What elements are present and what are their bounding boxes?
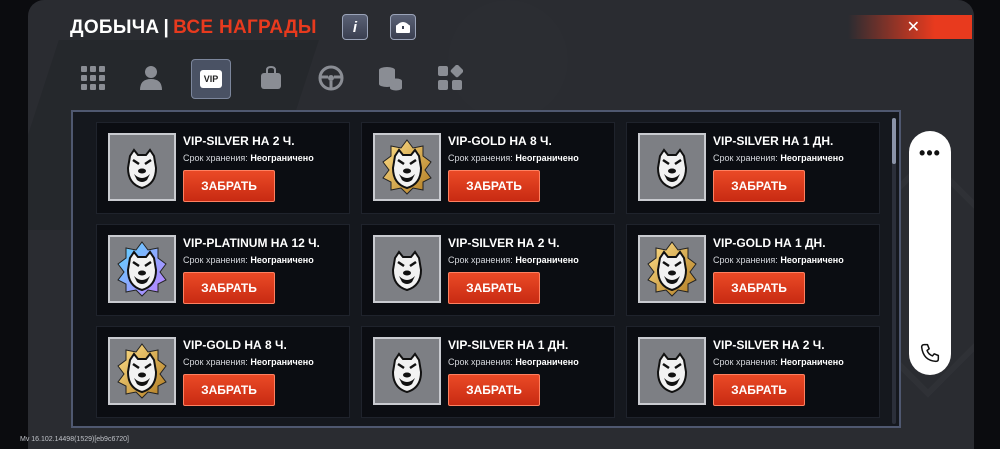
reward-card: VIP-SILVER НА 1 ДН. Срок хранения: Неогра… [361, 326, 615, 418]
storage-label: Срок хранения: [183, 255, 248, 265]
storage-value: Неограничено [780, 153, 844, 163]
tab-vip[interactable]: VIP [191, 59, 231, 99]
side-panel: ••• [909, 131, 951, 375]
more-menu-button[interactable]: ••• [909, 143, 951, 164]
reward-title: VIP-GOLD НА 8 Ч. [448, 134, 552, 148]
storage-value: Неограничено [515, 357, 579, 367]
coins-icon [379, 67, 402, 91]
reward-title: VIP-SILVER НА 2 Ч. [183, 134, 295, 148]
storage-info: Срок хранения: Неограничено [183, 255, 314, 265]
title-separator: | [163, 17, 170, 38]
reward-title: VIP-SILVER НА 2 Ч. [713, 338, 825, 352]
rewards-grid[interactable]: VIP-SILVER НА 2 Ч. Срок хранения: Неогран… [71, 110, 901, 428]
info-icon: i [352, 18, 358, 36]
storage-info: Срок хранения: Неограничено [183, 153, 314, 163]
reward-title: VIP-SILVER НА 1 ДН. [448, 338, 569, 352]
storage-label: Срок хранения: [713, 255, 778, 265]
tab-car[interactable] [316, 63, 346, 93]
reward-card: VIP-SILVER НА 1 ДН. Срок хранения: Неогра… [626, 122, 880, 214]
storage-value: Неограничено [250, 357, 314, 367]
storage-info: Срок хранения: Неограничено [448, 357, 579, 367]
bag-icon [261, 65, 281, 89]
reward-title: VIP-PLATINUM НА 12 Ч. [183, 236, 320, 250]
scrollbar-thumb[interactable] [892, 118, 896, 164]
claim-button[interactable]: ЗАБРАТЬ [183, 374, 275, 406]
phone-icon[interactable] [920, 343, 940, 363]
claim-button[interactable]: ЗАБРАТЬ [183, 170, 275, 202]
reward-card: VIP-GOLD НА 8 Ч. Срок хранения: Неогранич… [96, 326, 350, 418]
vip-silver-emblem-icon [638, 133, 706, 201]
reward-card: VIP-GOLD НА 8 Ч. Срок хранения: Неогранич… [361, 122, 615, 214]
close-icon: ✕ [906, 19, 920, 36]
reward-title: VIP-SILVER НА 2 Ч. [448, 236, 560, 250]
chest-icon [396, 22, 410, 33]
title-subtitle: ВСЕ НАГРАДЫ [173, 17, 317, 38]
storage-label: Срок хранения: [713, 357, 778, 367]
reward-card: VIP-GOLD НА 1 ДН. Срок хранения: Неограни… [626, 224, 880, 316]
vip-platinum-emblem-icon [108, 235, 176, 303]
close-button[interactable]: ✕ [848, 15, 972, 39]
reward-card: VIP-PLATINUM НА 12 Ч. Срок хранения: Неог… [96, 224, 350, 316]
storage-value: Неограничено [515, 153, 579, 163]
reward-card: VIP-SILVER НА 2 Ч. Срок хранения: Неогран… [626, 326, 880, 418]
background-decoration [448, 0, 568, 120]
reward-title: VIP-SILVER НА 1 ДН. [713, 134, 834, 148]
vip-gold-emblem-icon [373, 133, 441, 201]
storage-label: Срок хранения: [448, 153, 513, 163]
info-button[interactable]: i [342, 14, 368, 40]
reward-title: VIP-GOLD НА 1 ДН. [713, 236, 826, 250]
claim-button[interactable]: ЗАБРАТЬ [713, 374, 805, 406]
reward-card: VIP-SILVER НА 2 Ч. Срок хранения: Неогран… [96, 122, 350, 214]
vip-silver-emblem-icon [108, 133, 176, 201]
scrollbar[interactable] [892, 118, 896, 424]
steering-wheel-icon [318, 65, 344, 91]
grid-icon [81, 66, 105, 90]
chest-button[interactable] [390, 14, 416, 40]
vip-gold-emblem-icon [108, 337, 176, 405]
claim-button[interactable]: ЗАБРАТЬ [448, 374, 540, 406]
page-title: ДОБЫЧА | ВСЕ НАГРАДЫ [70, 17, 317, 39]
storage-value: Неограничено [250, 153, 314, 163]
tab-other[interactable] [435, 63, 465, 93]
storage-info: Срок хранения: Неограничено [183, 357, 314, 367]
tab-bag[interactable] [256, 63, 286, 93]
claim-button[interactable]: ЗАБРАТЬ [713, 170, 805, 202]
vip-silver-emblem-icon [373, 337, 441, 405]
vip-silver-emblem-icon [638, 337, 706, 405]
person-icon [140, 66, 162, 90]
claim-button[interactable]: ЗАБРАТЬ [183, 272, 275, 304]
storage-label: Срок хранения: [448, 255, 513, 265]
version-label: Mv 16.102.14498(1529)[eb9c6720] [20, 436, 129, 443]
storage-label: Срок хранения: [183, 153, 248, 163]
storage-label: Срок хранения: [448, 357, 513, 367]
vip-gold-emblem-icon [638, 235, 706, 303]
reward-title: VIP-GOLD НА 8 Ч. [183, 338, 287, 352]
tab-all[interactable] [78, 63, 108, 93]
storage-info: Срок хранения: Неограничено [448, 153, 579, 163]
storage-label: Срок хранения: [713, 153, 778, 163]
storage-info: Срок хранения: Неограничено [448, 255, 579, 265]
storage-info: Срок хранения: Неограничено [713, 153, 844, 163]
claim-button[interactable]: ЗАБРАТЬ [448, 170, 540, 202]
storage-value: Неограничено [780, 255, 844, 265]
storage-value: Неограничено [780, 357, 844, 367]
storage-info: Срок хранения: Неограничено [713, 357, 844, 367]
title-main: ДОБЫЧА [70, 17, 160, 38]
storage-value: Неограничено [250, 255, 314, 265]
claim-button[interactable]: ЗАБРАТЬ [713, 272, 805, 304]
vip-icon: VIP [199, 70, 223, 88]
tab-money[interactable] [375, 63, 405, 93]
apps-icon [438, 65, 463, 90]
reward-card: VIP-SILVER НА 2 Ч. Срок хранения: Неогран… [361, 224, 615, 316]
storage-info: Срок хранения: Неограничено [713, 255, 844, 265]
storage-label: Срок хранения: [183, 357, 248, 367]
tab-character[interactable] [136, 63, 166, 93]
storage-value: Неограничено [515, 255, 579, 265]
claim-button[interactable]: ЗАБРАТЬ [448, 272, 540, 304]
vip-silver-emblem-icon [373, 235, 441, 303]
